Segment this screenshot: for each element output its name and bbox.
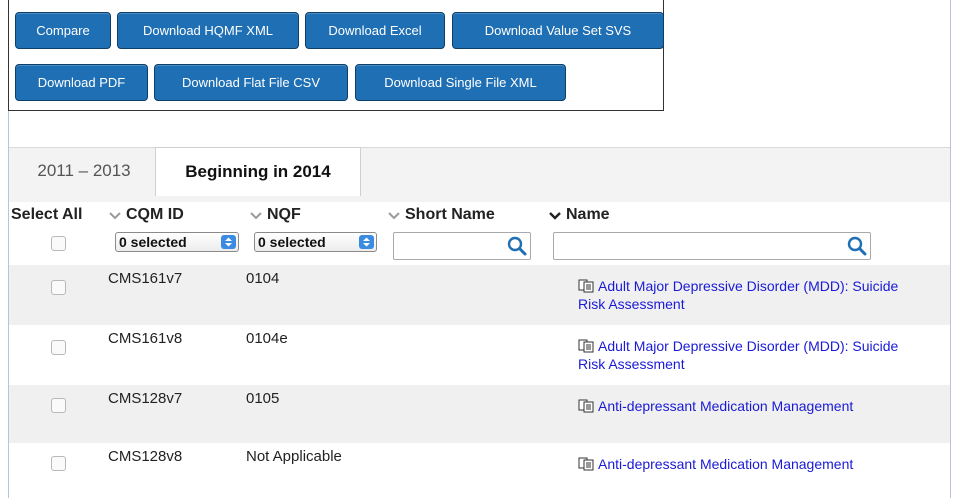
document-copy-icon — [578, 457, 594, 474]
select-all-label: Select All — [11, 206, 83, 223]
nqf-label: NQF — [267, 206, 301, 223]
measure-name-line1: Anti-depressant Medication Management — [598, 398, 854, 414]
cqm-id-cell: CMS161v8 — [108, 330, 183, 347]
cqm-id-filter-select[interactable]: 0 selected — [115, 232, 239, 252]
measure-name-link[interactable]: Adult Major Depressive Disorder (MDD): S… — [578, 338, 948, 372]
cqm-id-cell: CMS161v7 — [108, 270, 183, 287]
cqm-id-cell: CMS128v7 — [108, 390, 183, 407]
tab-beginning-2014[interactable]: Beginning in 2014 — [155, 147, 361, 196]
table-row: CMS128v7 0105 Anti-depressant Medication… — [9, 385, 950, 443]
nqf-cell: 0104e — [246, 330, 288, 347]
short-name-label: Short Name — [405, 206, 495, 223]
measure-name-line1: Anti-depressant Medication Management — [598, 456, 854, 472]
chevron-down-icon — [249, 208, 263, 222]
select-all-header: Select All — [11, 206, 82, 224]
chevron-down-icon — [548, 208, 562, 222]
measure-name-link[interactable]: Anti-depressant Medication Management — [578, 456, 948, 474]
chevron-down-icon — [387, 208, 401, 222]
measure-name-link[interactable]: Adult Major Depressive Disorder (MDD): S… — [578, 278, 948, 312]
cqm-id-header[interactable]: CQM ID — [108, 206, 184, 224]
measure-name-line1: Adult Major Depressive Disorder (MDD): S… — [598, 278, 899, 294]
download-excel-button[interactable]: Download Excel — [305, 12, 445, 49]
compare-button[interactable]: Compare — [15, 12, 111, 49]
cqm-id-filter-value: 0 selected — [119, 234, 187, 250]
name-label: Name — [566, 206, 610, 223]
measure-name-link[interactable]: Anti-depressant Medication Management — [578, 398, 948, 416]
document-copy-icon — [578, 399, 594, 416]
download-hqmf-xml-button[interactable]: Download HQMF XML — [117, 12, 299, 49]
name-search-input[interactable] — [553, 232, 871, 260]
chevron-down-icon — [108, 208, 122, 222]
download-pdf-button[interactable]: Download PDF — [15, 64, 148, 101]
table-row: CMS128v8 Not Applicable Anti-depressant … — [9, 443, 950, 498]
nqf-cell: Not Applicable — [246, 448, 342, 465]
short-name-search-input[interactable] — [393, 232, 531, 260]
cqm-id-label: CQM ID — [126, 206, 184, 223]
name-header[interactable]: Name — [548, 206, 610, 224]
tab-2011-2013[interactable]: 2011 – 2013 — [15, 147, 153, 195]
short-name-header[interactable]: Short Name — [387, 206, 495, 224]
page-frame-right — [950, 0, 951, 498]
table-row: CMS161v7 0104 Adult Major Depressive Dis… — [9, 265, 950, 325]
download-value-set-svs-button[interactable]: Download Value Set SVS — [452, 12, 664, 49]
document-copy-icon — [578, 279, 594, 296]
document-copy-icon — [578, 339, 594, 356]
nqf-cell: 0104 — [246, 270, 280, 287]
download-button-panel: Compare Download HQMF XML Download Excel… — [8, 0, 664, 111]
measure-name-line1: Adult Major Depressive Disorder (MDD): S… — [598, 338, 899, 354]
select-arrows-icon — [221, 235, 236, 249]
download-flat-file-csv-button[interactable]: Download Flat File CSV — [154, 64, 348, 101]
measure-name-line2: Risk Assessment — [578, 296, 685, 312]
nqf-filter-value: 0 selected — [258, 234, 326, 250]
nqf-header[interactable]: NQF — [249, 206, 301, 224]
nqf-filter-select[interactable]: 0 selected — [254, 232, 377, 252]
nqf-cell: 0105 — [246, 390, 280, 407]
row-checkbox[interactable] — [51, 280, 66, 295]
select-all-checkbox[interactable] — [51, 236, 66, 251]
table-row: CMS161v8 0104e Adult Major Depressive Di… — [9, 325, 950, 385]
row-checkbox[interactable] — [51, 340, 66, 355]
select-arrows-icon — [359, 235, 374, 249]
search-icon[interactable] — [507, 236, 527, 256]
download-single-file-xml-button[interactable]: Download Single File XML — [355, 64, 566, 101]
row-checkbox[interactable] — [51, 456, 66, 471]
measure-name-line2: Risk Assessment — [578, 356, 685, 372]
row-checkbox[interactable] — [51, 398, 66, 413]
search-icon[interactable] — [847, 236, 867, 256]
cqm-id-cell: CMS128v8 — [108, 448, 183, 465]
